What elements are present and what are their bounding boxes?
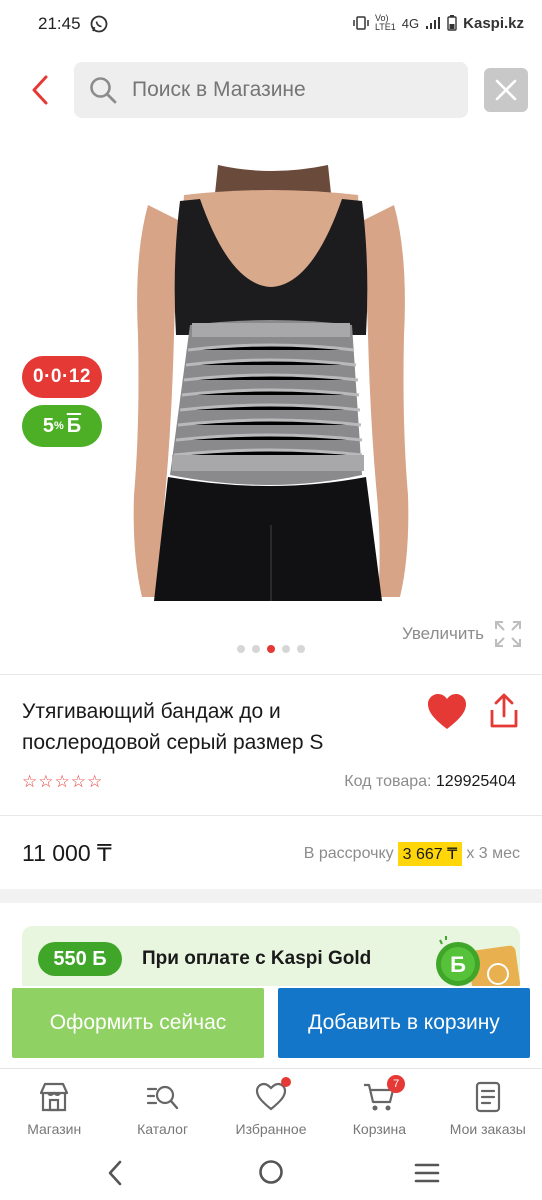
share-button[interactable]: [484, 692, 524, 732]
star-icon: ☆: [38, 772, 54, 791]
zoom-label: Увеличить: [402, 624, 484, 643]
section-separator: [0, 889, 542, 903]
add-to-cart-button[interactable]: Добавить в корзину: [278, 988, 530, 1058]
heart-icon: [428, 694, 466, 729]
divider: [0, 815, 542, 816]
signal-icon: [426, 17, 441, 29]
search-input[interactable]: [132, 78, 452, 102]
rating-stars: ☆ ☆ ☆ ☆ ☆: [22, 772, 102, 792]
star-icon: ☆: [22, 772, 38, 791]
bonus-value: 5: [42, 414, 54, 437]
pagination-dot[interactable]: [297, 645, 305, 653]
kaspi-gold-promo[interactable]: 550 Б При оплате с Kaspi Gold Б: [22, 926, 520, 986]
status-indicators: Vo) LTE1 4G Kaspi.kz: [353, 14, 524, 32]
star-icon: ☆: [87, 772, 103, 791]
installment-prefix: В рассрочку: [303, 845, 394, 862]
network-type: 4G: [401, 15, 420, 31]
battery-icon: [447, 15, 457, 31]
nav-item-favorites[interactable]: Избранное: [217, 1069, 325, 1148]
bonus-unit: %: [53, 420, 64, 432]
system-menu-icon[interactable]: [414, 1160, 440, 1186]
nav-label: Каталог: [137, 1121, 189, 1137]
expand-icon: [495, 621, 521, 647]
system-navigation-bar: [0, 1150, 542, 1200]
back-button[interactable]: [22, 68, 58, 112]
star-icon: ☆: [54, 772, 70, 791]
product-sku: Код товара: 129925404: [344, 773, 516, 791]
favorite-button[interactable]: [426, 692, 468, 732]
nav-item-shop[interactable]: Магазин: [0, 1069, 108, 1148]
promo-text: При оплате с Kaspi Gold: [142, 948, 372, 969]
chevron-left-icon: [32, 75, 48, 105]
bonus-badge: 5% Б: [22, 405, 102, 447]
bonus-coin-icon: Б: [436, 936, 520, 986]
product-price: 11 000 ₸: [22, 840, 112, 866]
close-icon: [495, 79, 517, 101]
installment-amount: 3 667 ₸: [397, 842, 463, 866]
sku-value: 129925404: [435, 773, 516, 790]
pagination-dot-active[interactable]: [267, 645, 275, 653]
checkout-now-button[interactable]: Оформить сейчас: [12, 988, 264, 1058]
svg-text:Б: Б: [450, 952, 466, 977]
nav-label: Избранное: [235, 1121, 307, 1137]
shop-icon: [40, 1082, 69, 1112]
bottom-navigation: Магазин Каталог Избранное 7 Корзина Мои …: [0, 1068, 542, 1148]
divider: [0, 674, 542, 675]
volte-icon: Vo) LTE1: [374, 13, 396, 32]
share-icon: [490, 693, 518, 728]
favorites-indicator-dot: [280, 1077, 291, 1087]
bonus-symbol: Б: [66, 414, 82, 437]
kaspi-logo: Kaspi.kz: [463, 14, 524, 32]
promo-bonus-badge: 550 Б: [38, 942, 122, 976]
pagination-dot[interactable]: [237, 645, 245, 653]
sku-label: Код товара:: [344, 773, 432, 790]
installment-info: В рассрочку 3 667 ₸ х 3 мес: [304, 842, 520, 866]
nav-item-cart[interactable]: 7 Корзина: [325, 1069, 433, 1148]
product-image[interactable]: [130, 165, 412, 601]
pagination-dot[interactable]: [282, 645, 290, 653]
product-title: Утягивающий бандаж до и послеродовой сер…: [22, 700, 324, 754]
status-time: 21:45: [38, 14, 81, 33]
installment-badge: 0·0·12: [22, 356, 102, 398]
orders-icon: [475, 1081, 500, 1113]
nav-item-orders[interactable]: Мои заказы: [434, 1069, 542, 1148]
gallery-pagination: [237, 645, 305, 653]
search-icon: [90, 77, 117, 104]
pagination-dot[interactable]: [252, 645, 260, 653]
nav-label: Магазин: [27, 1121, 82, 1137]
zoom-button[interactable]: Увеличить: [402, 620, 522, 648]
vibrate-icon: [353, 16, 369, 30]
search-box[interactable]: [74, 62, 468, 118]
installment-suffix: х 3 мес: [466, 845, 520, 862]
star-icon: ☆: [70, 772, 86, 791]
catalog-icon: [146, 1085, 178, 1110]
status-bar: 21:45 Vo) LTE1 4G Kaspi.kz: [0, 0, 542, 50]
nav-label: Корзина: [352, 1121, 407, 1137]
system-back-icon[interactable]: [105, 1158, 125, 1188]
nav-label: Мои заказы: [449, 1121, 526, 1137]
clear-search-button[interactable]: [484, 68, 528, 112]
nav-item-catalog[interactable]: Каталог: [108, 1069, 216, 1148]
cart-count-badge: 7: [387, 1075, 406, 1093]
system-home-icon[interactable]: [258, 1159, 284, 1185]
whatsapp-icon: [90, 15, 108, 33]
